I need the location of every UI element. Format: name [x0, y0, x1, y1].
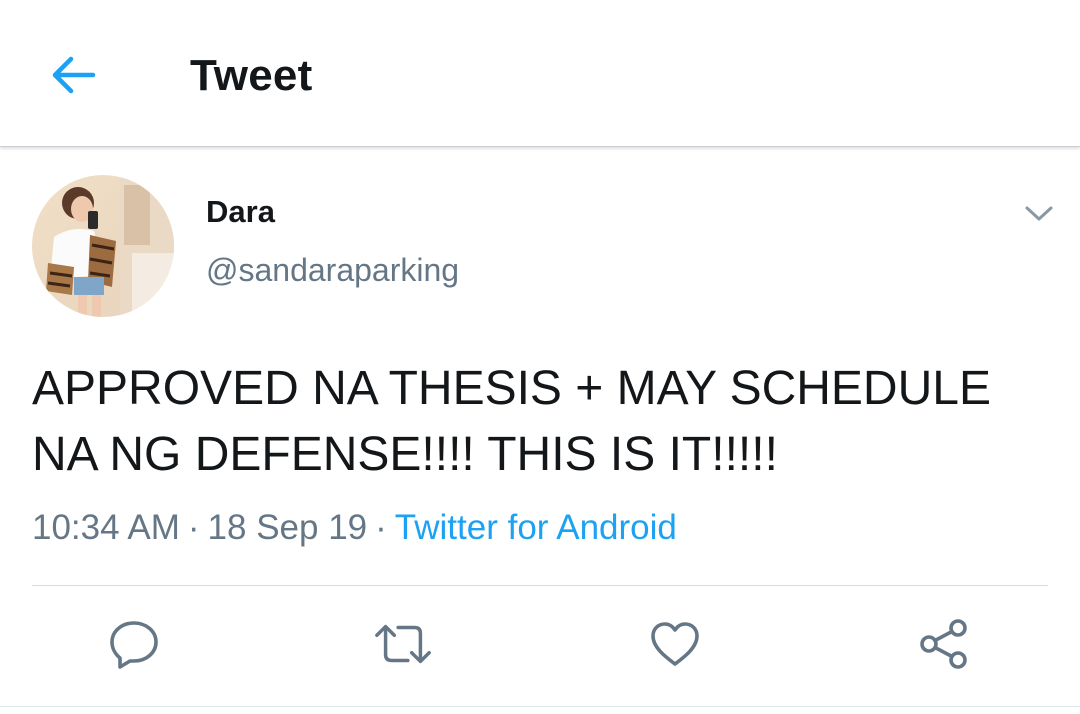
retweet-button[interactable]	[373, 612, 433, 676]
tweet-time: 10:34 AM	[32, 508, 180, 547]
heart-icon	[651, 622, 699, 666]
divider	[32, 585, 1048, 586]
tweet-date: 18 Sep 19	[207, 508, 368, 547]
meta-separator: ·	[187, 508, 200, 547]
retweet-icon	[375, 624, 431, 664]
like-button[interactable]	[645, 612, 705, 676]
divider	[0, 706, 1080, 707]
meta-separator: ·	[375, 508, 387, 547]
profile-photo-icon	[32, 175, 174, 317]
author-handle[interactable]: @sandaraparking	[206, 250, 459, 290]
arrow-left-icon	[52, 56, 96, 94]
reply-button[interactable]	[104, 612, 164, 676]
tweet-source-link[interactable]: Twitter for Android	[395, 508, 677, 547]
tweet-meta: 10:34 AM · 18 Sep 19 · Twitter for Android	[32, 505, 677, 551]
tweet-detail-screen: Tweet Dara @sandaraparking APPROVED NA T…	[0, 0, 1080, 714]
reply-icon	[110, 621, 158, 669]
tweet-text: APPROVED NA THESIS + MAY SCHEDULE NA NG …	[32, 362, 991, 481]
share-icon	[920, 619, 967, 669]
author-name[interactable]: Dara	[206, 193, 275, 231]
top-app-bar: Tweet	[0, 0, 1080, 147]
page-title: Tweet	[190, 51, 313, 100]
back-button[interactable]	[40, 44, 106, 106]
avatar[interactable]	[32, 175, 174, 317]
chevron-down-icon	[1025, 206, 1053, 221]
share-button[interactable]	[914, 612, 974, 676]
tweet-options-button[interactable]	[1018, 196, 1060, 232]
